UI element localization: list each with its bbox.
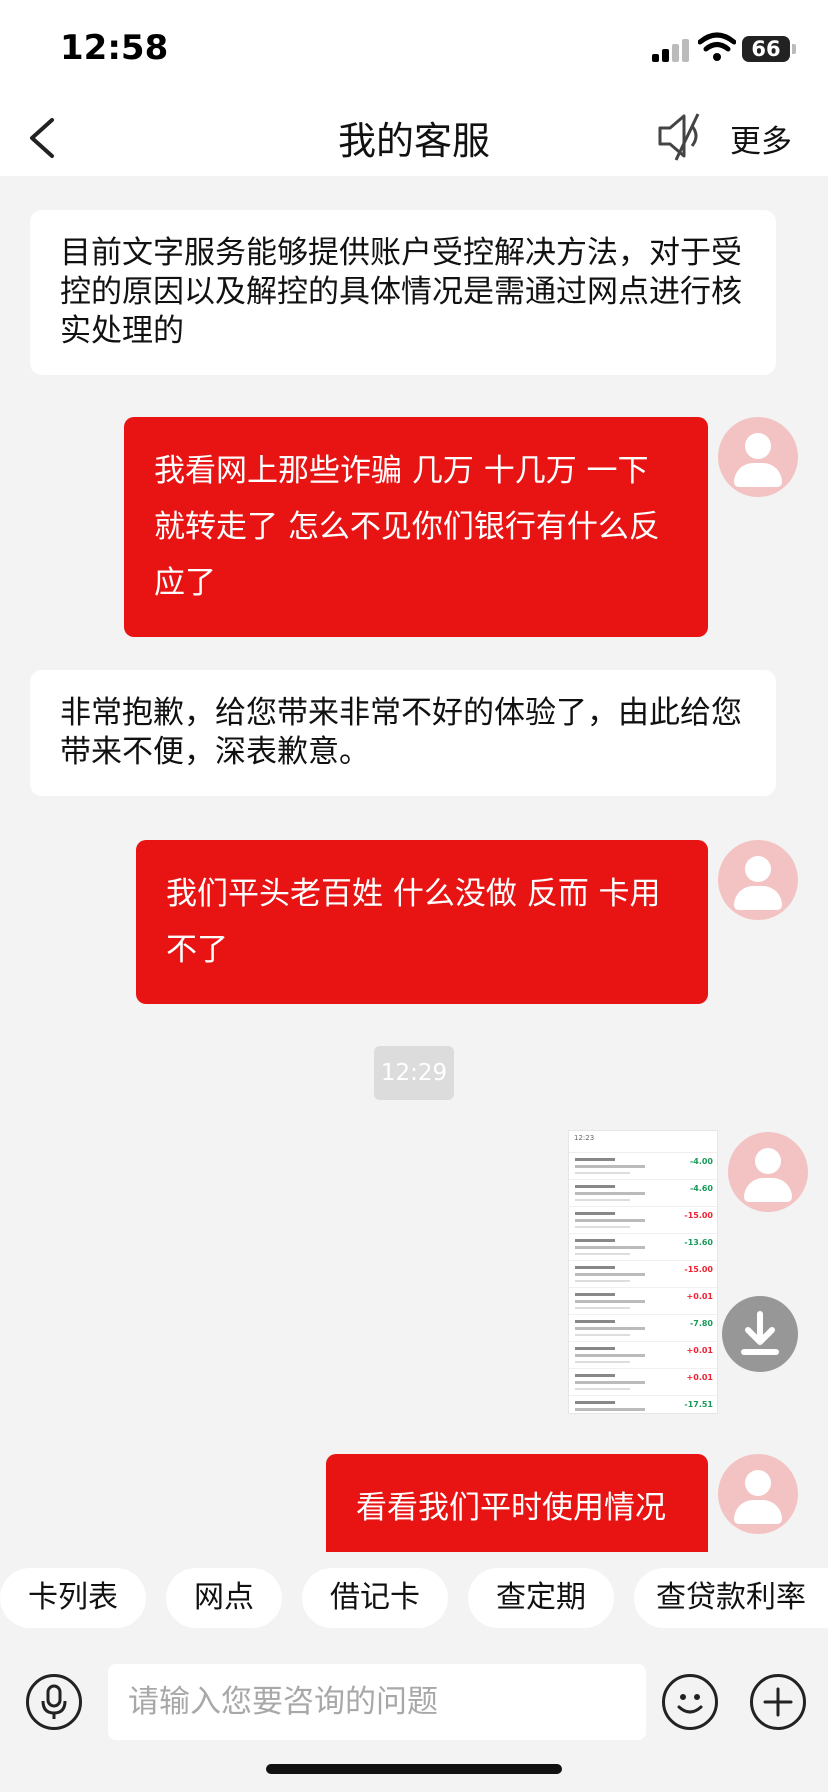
emoji-icon: [677, 1694, 703, 1714]
user-message: 我们平头老百姓 什么没做 反而 卡用不了: [136, 840, 708, 1004]
scroll-down-button[interactable]: [722, 1296, 798, 1372]
mute-icon[interactable]: [656, 110, 708, 162]
input-bar: [0, 1652, 828, 1792]
quick-reply-bar: 卡列表 网点 借记卡 查定期 查贷款利率: [0, 1568, 828, 1632]
emoji-button[interactable]: [662, 1674, 718, 1730]
thumbnail-amount: -15.00: [684, 1265, 713, 1274]
plus-button[interactable]: [750, 1674, 806, 1730]
thumbnail-amount: +0.01: [686, 1292, 713, 1301]
quick-reply-chip[interactable]: 网点: [166, 1568, 282, 1628]
thumbnail-amount: -13.60: [684, 1238, 713, 1247]
user-message: 看看我们平时使用情况: [326, 1454, 708, 1552]
agent-message: 非常抱歉，给您带来非常不好的体验了，由此给您带来不便，深表歉意。: [30, 670, 776, 796]
battery-icon: 66: [742, 36, 790, 62]
mic-icon: [41, 1684, 67, 1719]
more-button[interactable]: 更多: [730, 116, 792, 161]
avatar-icon: [718, 1454, 798, 1534]
quick-reply-chip[interactable]: 查贷款利率: [634, 1568, 828, 1628]
thumbnail-header: 12:23: [569, 1131, 717, 1153]
plus-icon: [763, 1687, 793, 1717]
quick-reply-chip[interactable]: 查定期: [468, 1568, 614, 1628]
home-indicator: [266, 1764, 562, 1774]
thumbnail-amount: +0.01: [686, 1346, 713, 1355]
avatar-icon: [718, 417, 798, 497]
message-input[interactable]: [108, 1664, 646, 1740]
thumbnail-amount: -7.80: [689, 1319, 713, 1328]
agent-message: 目前文字服务能够提供账户受控解决方法，对于受控的原因以及解控的具体情况是需通过网…: [30, 210, 776, 375]
thumbnail-amount: -15.00: [684, 1211, 713, 1220]
thumbnail-amount: -4.60: [689, 1184, 713, 1193]
thumbnail-amount: -17.51: [684, 1400, 713, 1409]
wifi-icon: [698, 32, 736, 61]
scroll-down-icon: [741, 1311, 779, 1355]
image-message[interactable]: 12:23 -4.00 -4.60 -15.00 -13.60 -15.00 +…: [568, 1130, 718, 1414]
mic-button[interactable]: [26, 1674, 82, 1730]
quick-reply-chip[interactable]: 借记卡: [302, 1568, 448, 1628]
thumbnail-amount: +0.01: [686, 1373, 713, 1382]
user-message: 我看网上那些诈骗 几万 十几万 一下就转走了 怎么不见你们银行有什么反应了: [124, 417, 708, 637]
thumbnail-amount: -4.00: [689, 1157, 713, 1166]
status-bar: 12:58 66: [0, 0, 828, 96]
avatar-icon: [728, 1132, 808, 1212]
quick-reply-chip[interactable]: 卡列表: [0, 1568, 146, 1628]
chat-area[interactable]: 目前文字服务能够提供账户受控解决方法，对于受控的原因以及解控的具体情况是需通过网…: [0, 176, 828, 1552]
message-timestamp: 12:29: [374, 1046, 454, 1100]
nav-bar: 我的客服 更多: [0, 96, 828, 176]
status-time: 12:58: [60, 28, 169, 68]
battery-cap: [792, 44, 796, 54]
signal-icon: [652, 38, 692, 62]
avatar-icon: [718, 840, 798, 920]
